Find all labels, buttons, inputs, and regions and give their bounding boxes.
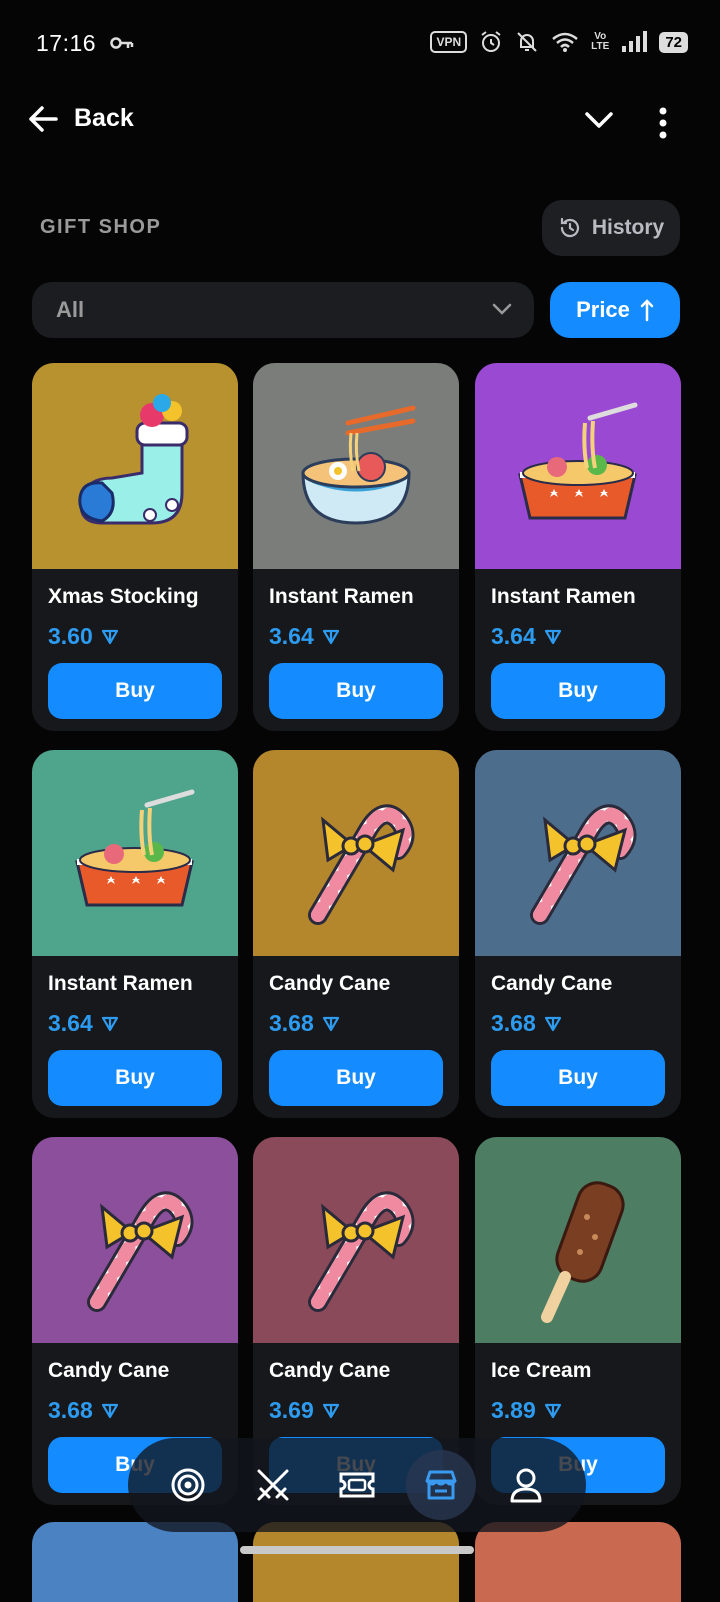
list-item[interactable] [32,1522,238,1602]
gift-price: 3.64 [48,1010,119,1037]
bottom-nav [128,1438,586,1532]
alarm-icon [481,31,501,52]
gift-price: 3.64 [269,623,340,650]
home-indicator [240,1546,474,1554]
sort-price-button[interactable]: Price [550,282,680,338]
nav-target[interactable] [153,1450,223,1520]
nav-profile[interactable] [491,1450,561,1520]
gift-card[interactable]: Candy Cane 3.68 Buy [475,750,681,1118]
gift-name: Candy Cane [48,1359,170,1382]
gift-card[interactable]: Instant Ramen 3.64 Buy [475,363,681,731]
gift-name: Xmas Stocking [48,585,199,608]
signal-icon [622,31,648,52]
gift-name: Instant Ramen [48,972,193,995]
buy-button[interactable]: Buy [491,1050,665,1106]
ton-icon [544,1016,561,1031]
price-value: 3.69 [269,1397,314,1423]
ramen-tray-icon [475,363,681,569]
sort-label: Price [576,297,630,322]
chevron-down-icon [492,303,512,315]
gift-price: 3.64 [491,623,562,650]
target-icon [171,1468,205,1502]
price-value: 3.68 [269,1010,314,1036]
gift-name: Ice Cream [491,1359,592,1382]
list-item[interactable] [253,1522,459,1602]
ton-icon [544,629,561,644]
buy-button[interactable]: Buy [491,663,665,719]
ton-icon [101,629,118,644]
gift-price: 3.60 [48,623,119,650]
ton-icon [101,1403,118,1418]
gift-name: Instant Ramen [491,585,636,608]
wifi-icon [552,32,578,52]
ton-icon [101,1016,118,1031]
ton-icon [322,629,339,644]
profile-icon [510,1468,542,1503]
price-value: 3.64 [491,623,536,649]
price-value: 3.68 [491,1010,536,1036]
gift-price: 3.68 [491,1010,562,1037]
top-bar: Back [0,92,720,158]
status-time: 17:16 [36,30,97,56]
gift-card[interactable]: Instant Ramen 3.64 Buy [32,750,238,1118]
buy-button[interactable]: Buy [269,1050,443,1106]
list-item[interactable] [475,1522,681,1602]
gift-card[interactable]: Instant Ramen 3.64 Buy [253,363,459,731]
gift-name: Instant Ramen [269,585,414,608]
filter-value: All [56,297,85,322]
ramen-tray-icon [32,750,238,956]
price-value: 3.60 [48,623,93,649]
ice-cream-icon [475,1137,681,1343]
gift-price: 3.69 [269,1397,340,1424]
nav-battle[interactable] [238,1450,308,1520]
vpn-badge: VPN [430,31,468,53]
price-value: 3.68 [48,1397,93,1423]
gift-card[interactable]: Xmas Stocking 3.60 Buy [32,363,238,731]
buy-button[interactable]: Buy [48,663,222,719]
ton-icon [322,1403,339,1418]
arrow-up-icon [640,299,654,322]
ton-icon [322,1016,339,1031]
price-value: 3.64 [269,623,314,649]
gift-card[interactable]: Candy Cane 3.68 Buy [253,750,459,1118]
gift-price: 3.68 [269,1010,340,1037]
gift-name: Candy Cane [491,972,613,995]
price-value: 3.89 [491,1397,536,1423]
buy-button[interactable]: Buy [269,663,443,719]
chevron-down-icon[interactable] [584,110,614,130]
ton-icon [544,1403,561,1418]
buy-button[interactable]: Buy [48,1050,222,1106]
gift-name: Candy Cane [269,1359,391,1382]
nav-tickets[interactable] [322,1450,392,1520]
arrow-left-icon [29,105,58,132]
gift-price: 3.89 [491,1397,562,1424]
history-label: History [591,216,665,239]
more-vertical-icon[interactable] [656,106,670,140]
store-icon [425,1470,457,1500]
status-bar: 17:16 VPN Vo LTE 72 [0,0,720,92]
battery-level: 72 [659,31,688,53]
candy-cane-icon [32,1137,238,1343]
history-button[interactable]: History [542,200,680,256]
mute-icon [517,32,537,52]
gift-price: 3.68 [48,1397,119,1424]
volte-bottom: LTE [591,41,610,52]
candy-cane-icon [475,750,681,956]
back-label: Back [74,104,134,132]
category-filter-select[interactable]: All [32,282,534,338]
volte-indicator: Vo LTE [591,32,609,52]
candy-cane-icon [253,1137,459,1343]
back-button[interactable]: Back [28,104,134,133]
ticket-icon [339,1472,375,1498]
gift-name: Candy Cane [269,972,391,995]
history-icon [560,217,579,238]
key-icon [110,37,134,49]
candy-cane-icon [253,750,459,956]
ramen-bowl-icon [253,363,459,569]
stocking-icon [32,363,238,569]
price-value: 3.64 [48,1010,93,1036]
page-title: GIFT SHOP [40,216,162,238]
swords-icon [257,1469,289,1501]
nav-store[interactable] [406,1450,477,1520]
